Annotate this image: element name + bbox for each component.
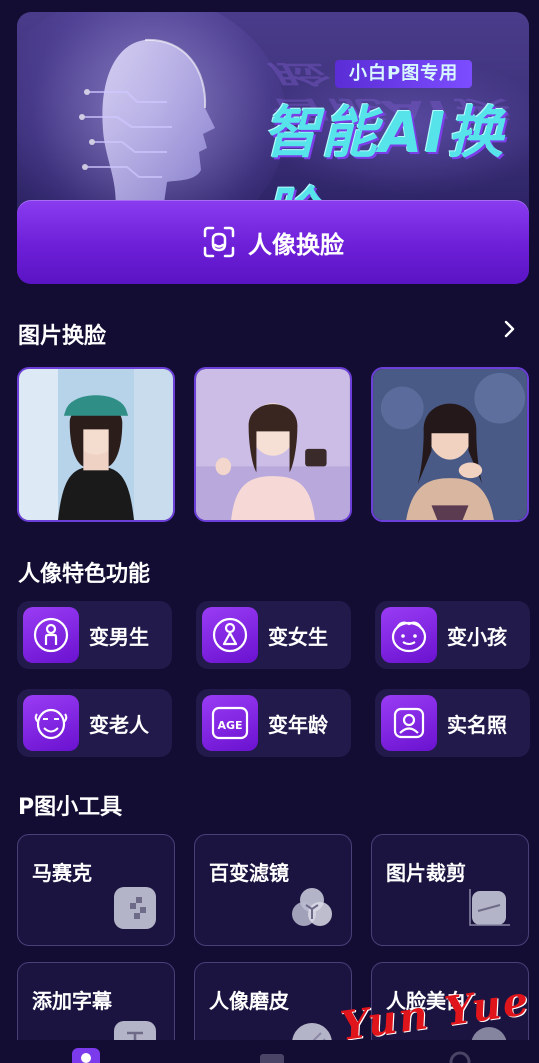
photo-swap-title: 图片换脸	[18, 324, 107, 349]
feature-to-elder[interactable]: 变老人	[17, 689, 172, 757]
tool-crop[interactable]: 图片裁剪	[371, 834, 529, 946]
female-icon	[212, 617, 248, 653]
child-icon	[391, 621, 427, 653]
feature-label: 变女生	[268, 624, 328, 649]
tool-label: 马赛克	[32, 861, 92, 885]
tool-mosaic[interactable]: 马赛克	[17, 834, 175, 946]
tool-label: 添加字幕	[32, 989, 112, 1013]
profile-tab-icon[interactable]	[446, 1050, 474, 1063]
feature-icon-bg	[381, 695, 437, 751]
cta-label: 人像换脸	[248, 230, 344, 259]
features-title: 人像特色功能	[18, 562, 151, 587]
elder-icon	[34, 708, 68, 740]
feature-label: 变年龄	[268, 712, 328, 737]
male-icon	[33, 617, 69, 653]
photo-template-1[interactable]	[17, 367, 175, 522]
photo-template-2[interactable]	[194, 367, 352, 522]
feature-icon-bg: AGE	[202, 695, 258, 751]
feature-label: 变小孩	[447, 624, 507, 649]
filter-icon	[292, 888, 332, 926]
feature-icon-bg	[381, 607, 437, 663]
face-scan-icon	[203, 226, 235, 258]
feature-to-female[interactable]: 变女生	[196, 601, 351, 669]
chevron-right-icon[interactable]	[503, 318, 517, 340]
feature-label: 变老人	[89, 712, 149, 737]
feature-id-photo[interactable]: 实名照	[375, 689, 530, 757]
portrait-face-swap-button[interactable]: 人像换脸	[17, 200, 529, 284]
tool-filter[interactable]: 百变滤镜	[194, 834, 352, 946]
age-icon-text: AGE	[217, 719, 242, 732]
feature-to-male[interactable]: 变男生	[17, 601, 172, 669]
mosaic-icon	[114, 887, 156, 929]
crop-icon	[469, 889, 510, 926]
portrait-photo-2	[196, 369, 350, 520]
feature-label: 实名照	[447, 712, 507, 737]
app-screen: 小白P图专用 智能AI换脸 智能AI换脸 人像换脸 图片换脸	[0, 0, 539, 1063]
age-icon: AGE	[211, 706, 249, 740]
folder-tab-icon[interactable]	[258, 1052, 286, 1063]
home-tab-icon[interactable]	[72, 1046, 100, 1063]
tool-label: 百变滤镜	[209, 861, 289, 885]
portrait-photo-1	[19, 369, 173, 520]
circuit-lines-illustration	[79, 89, 172, 178]
feature-to-child[interactable]: 变小孩	[375, 601, 530, 669]
tool-label: 图片裁剪	[386, 861, 466, 885]
feature-change-age[interactable]: AGE 变年龄	[196, 689, 351, 757]
feature-icon-bg	[202, 607, 258, 663]
feature-icon-bg	[23, 607, 79, 663]
feature-label: 变男生	[89, 624, 149, 649]
tools-title: P图小工具	[18, 795, 123, 820]
id-photo-icon	[393, 707, 425, 739]
portrait-photo-3	[373, 369, 527, 520]
tool-label: 人像磨皮	[209, 989, 289, 1013]
photo-template-3[interactable]	[371, 367, 529, 522]
feature-icon-bg	[23, 695, 79, 751]
